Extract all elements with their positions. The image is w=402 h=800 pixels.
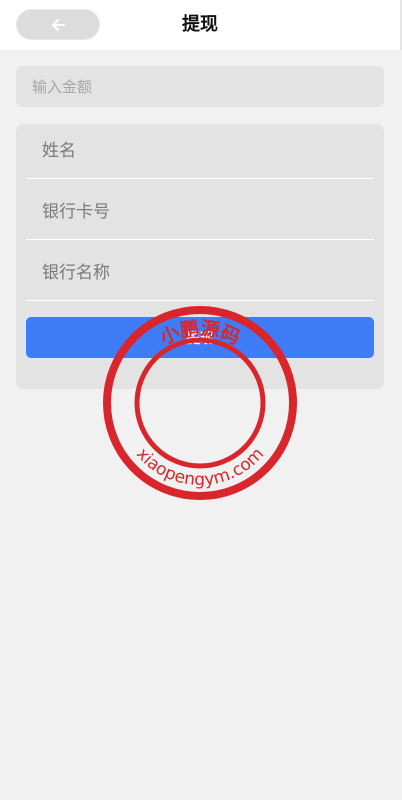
bank-name-field[interactable] <box>26 246 374 301</box>
name-field[interactable] <box>26 124 374 179</box>
page-title: 提现 <box>182 14 218 35</box>
header-bar: 提现 <box>0 0 402 50</box>
withdraw-form-card: 提现 <box>16 124 384 389</box>
amount-field[interactable] <box>16 66 384 107</box>
card-number-field[interactable] <box>26 185 374 240</box>
bank-name-input[interactable] <box>26 246 374 300</box>
card-number-input[interactable] <box>26 185 374 239</box>
watermark-bottom-text: xiaopengym.com <box>132 444 268 490</box>
name-input[interactable] <box>26 124 374 178</box>
amount-input[interactable] <box>16 66 384 107</box>
submit-button[interactable]: 提现 <box>26 317 374 358</box>
